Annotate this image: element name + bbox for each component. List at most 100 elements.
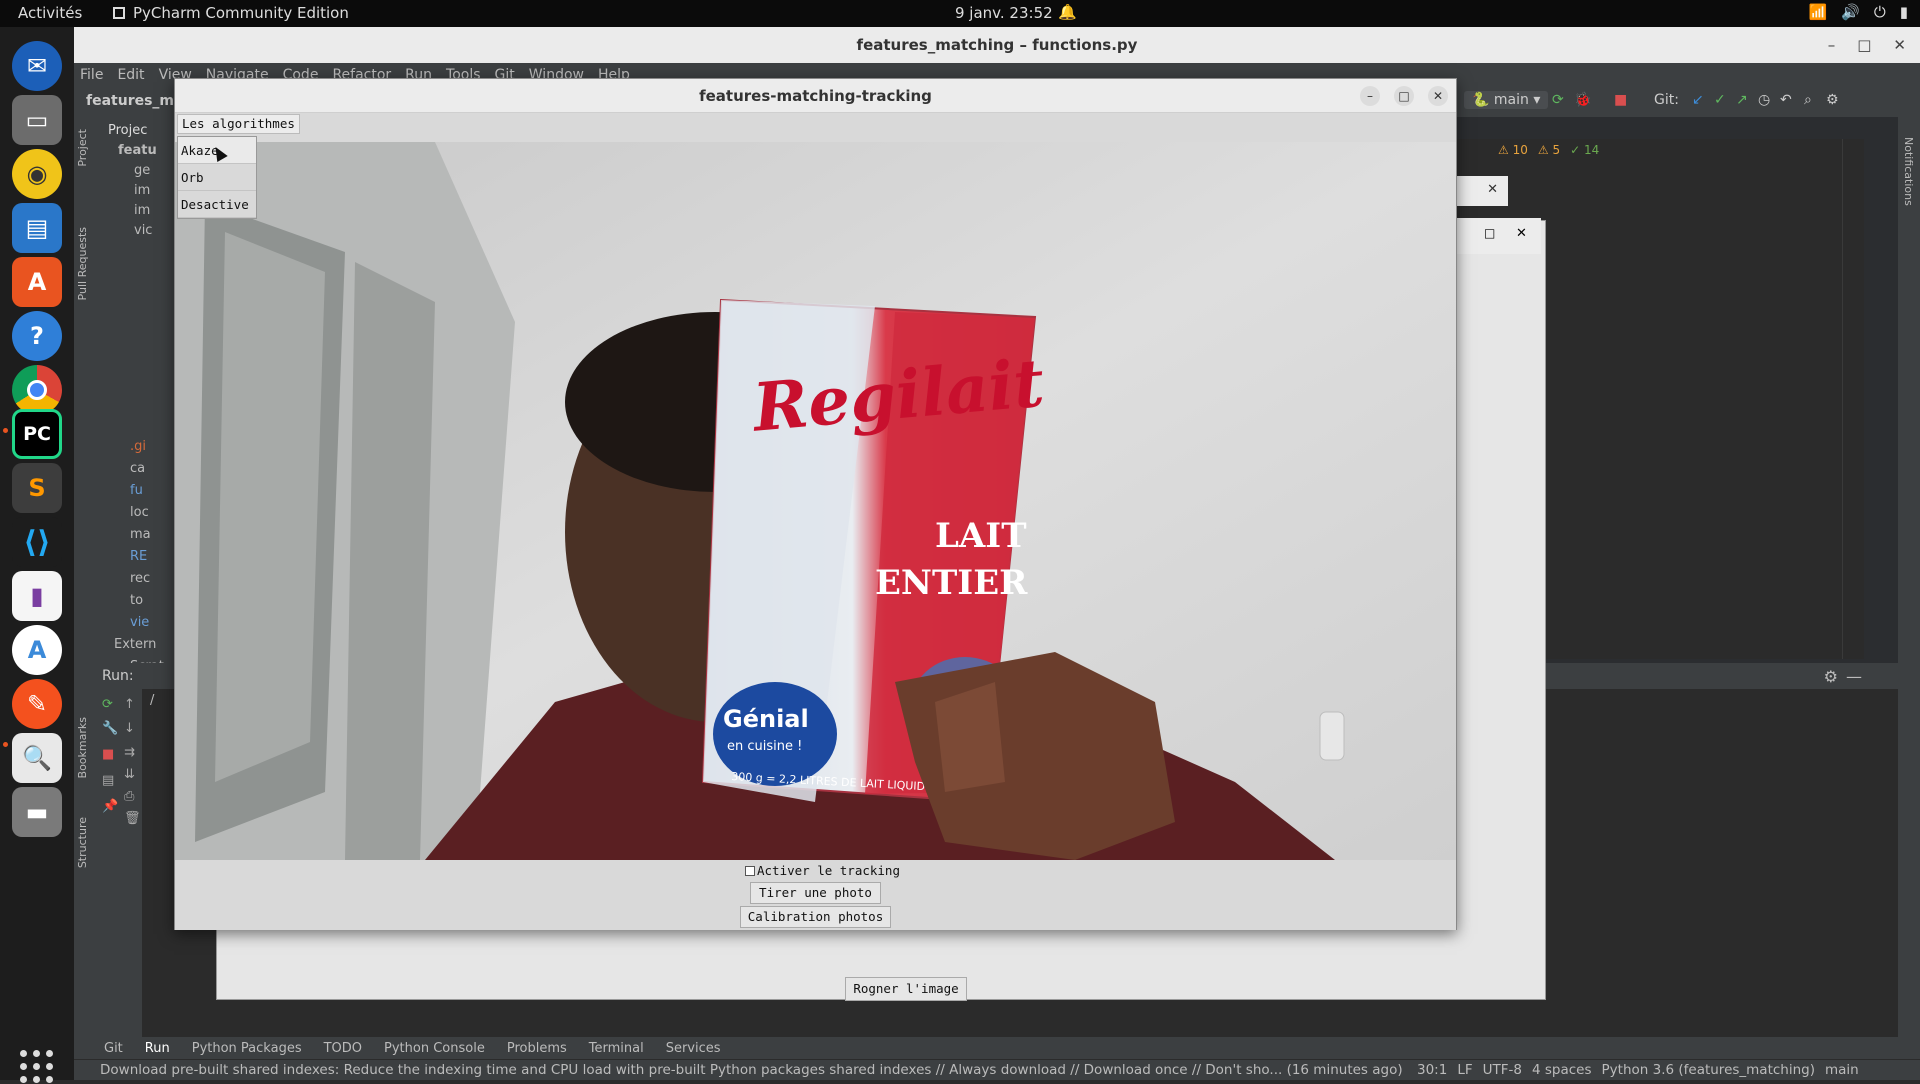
tree-item[interactable]: ca bbox=[130, 459, 145, 479]
maximize-icon[interactable]: □ bbox=[1484, 226, 1495, 240]
run-settings-icon[interactable]: ⚙ bbox=[1824, 667, 1838, 686]
run-hide-icon[interactable]: — bbox=[1846, 667, 1862, 686]
android-studio-icon[interactable]: A bbox=[12, 625, 62, 675]
take-photo-button[interactable]: Tirer une photo bbox=[750, 882, 881, 904]
notification-bell-icon[interactable]: 🔔 bbox=[1058, 3, 1077, 21]
maximize-icon[interactable]: □ bbox=[1857, 27, 1871, 63]
tree-item[interactable]: rec bbox=[130, 569, 150, 589]
tree-item[interactable]: to bbox=[130, 591, 143, 611]
menu-item-desactive[interactable]: Desactive bbox=[178, 191, 256, 218]
settings-gear-icon[interactable]: ⚙ bbox=[1826, 92, 1839, 108]
close-icon[interactable]: ✕ bbox=[1487, 182, 1498, 197]
indent-setting[interactable]: 4 spaces bbox=[1532, 1060, 1592, 1081]
tracking-checkbox[interactable]: Activer le tracking bbox=[745, 863, 900, 878]
tab-services[interactable]: Services bbox=[666, 1041, 721, 1056]
minimize-icon[interactable]: – bbox=[1360, 86, 1380, 106]
notifications-tool-tab[interactable]: Notifications bbox=[1902, 137, 1915, 206]
tree-item[interactable]: im bbox=[134, 181, 150, 201]
menu-file[interactable]: File bbox=[80, 67, 103, 83]
branch-selector[interactable]: 🐍 main ▾ bbox=[1464, 91, 1549, 109]
tab-todo[interactable]: TODO bbox=[324, 1041, 362, 1056]
file-encoding[interactable]: UTF-8 bbox=[1483, 1060, 1522, 1081]
tab-problems[interactable]: Problems bbox=[507, 1041, 567, 1056]
crop-image-button[interactable]: Rogner l'image bbox=[845, 977, 967, 1001]
status-message[interactable]: Download pre-built shared indexes: Reduc… bbox=[100, 1060, 1403, 1081]
tree-item[interactable]: im bbox=[134, 201, 150, 221]
tree-item[interactable]: vie bbox=[130, 613, 149, 633]
active-app-menu[interactable]: PyCharm Community Edition bbox=[113, 4, 349, 22]
minimize-icon[interactable]: – bbox=[1828, 27, 1836, 63]
tree-item[interactable]: ge bbox=[134, 161, 150, 181]
system-tray[interactable]: 📶 🔊 ⏻ ▮ bbox=[1808, 3, 1908, 21]
pycharm-icon[interactable]: PC bbox=[12, 409, 62, 459]
activities-button[interactable]: Activités bbox=[18, 4, 82, 22]
files-icon[interactable]: ▭ bbox=[12, 95, 62, 145]
algorithms-menu-button[interactable]: Les algorithmes bbox=[177, 114, 300, 134]
tree-item[interactable]: RE bbox=[130, 547, 147, 567]
scroll-down-icon[interactable]: ↓ bbox=[124, 721, 135, 736]
rerun-icon[interactable]: ⟳ bbox=[1552, 92, 1564, 108]
menu-edit[interactable]: Edit bbox=[117, 67, 144, 83]
pycharm-window-controls[interactable]: – □ ✕ bbox=[1828, 27, 1906, 63]
sublime-icon[interactable]: S bbox=[12, 463, 62, 513]
git-push-icon[interactable]: ↗ bbox=[1736, 92, 1748, 108]
notes-icon[interactable]: ▮ bbox=[12, 571, 62, 621]
tree-item[interactable]: loc bbox=[130, 503, 149, 523]
pin-icon[interactable]: 📌 bbox=[102, 799, 118, 814]
project-breadcrumb[interactable]: features_ma bbox=[86, 93, 183, 109]
trash-icon[interactable]: 🗑 bbox=[124, 811, 141, 826]
stop-run-icon[interactable]: ■ bbox=[102, 747, 114, 762]
run-output[interactable]: / bbox=[150, 693, 154, 708]
close-icon[interactable]: ✕ bbox=[1516, 226, 1527, 241]
writer-icon[interactable]: ▤ bbox=[12, 203, 62, 253]
tree-item[interactable]: featu bbox=[118, 141, 157, 161]
bookmarks-tool-tab[interactable]: Bookmarks bbox=[76, 717, 89, 778]
calibration-photos-button[interactable]: Calibration photos bbox=[740, 906, 891, 928]
soft-wrap-icon[interactable]: ⇉ bbox=[124, 745, 135, 760]
tab-git[interactable]: Git bbox=[104, 1041, 123, 1056]
rollback-icon[interactable]: ↶ bbox=[1780, 92, 1792, 108]
tab-run[interactable]: Run bbox=[145, 1041, 170, 1056]
rhythmbox-icon[interactable]: ◉ bbox=[12, 149, 62, 199]
drive-icon[interactable]: ▬ bbox=[12, 787, 62, 837]
project-panel-tab[interactable]: Projec bbox=[108, 123, 147, 138]
error-stripe[interactable] bbox=[1842, 139, 1864, 659]
chrome-icon[interactable] bbox=[12, 365, 62, 415]
tree-item[interactable]: ma bbox=[130, 525, 151, 545]
search-icon[interactable]: ⌕ bbox=[1804, 92, 1812, 108]
git-update-icon[interactable]: ↙ bbox=[1692, 92, 1704, 108]
print-icon[interactable]: ⎙ bbox=[124, 789, 134, 804]
thunderbird-icon[interactable]: ✉ bbox=[12, 41, 62, 91]
tab-python-console[interactable]: Python Console bbox=[384, 1041, 485, 1056]
screenshot-icon[interactable]: 🔍 bbox=[12, 733, 62, 783]
maximize-icon[interactable]: □ bbox=[1394, 86, 1414, 106]
layout-icon[interactable]: ▤ bbox=[102, 773, 114, 788]
rerun-icon[interactable]: ⟳ bbox=[102, 697, 113, 712]
pull-requests-tool-tab[interactable]: Pull Requests bbox=[76, 227, 89, 300]
project-tool-tab[interactable]: Project bbox=[76, 129, 89, 167]
clock[interactable]: 9 janv. 23:52 bbox=[955, 4, 1053, 22]
scroll-end-icon[interactable]: ⇊ bbox=[124, 767, 135, 782]
tree-item[interactable]: Extern bbox=[114, 635, 156, 655]
status-branch[interactable]: main bbox=[1825, 1060, 1859, 1081]
history-icon[interactable]: ◷ bbox=[1758, 92, 1770, 108]
show-apps-icon[interactable] bbox=[20, 1050, 54, 1084]
interpreter[interactable]: Python 3.6 (features_matching) bbox=[1602, 1060, 1815, 1081]
inspection-widget[interactable]: ⚠ 10 ⚠ 5 ✓ 14 bbox=[1498, 143, 1599, 157]
scroll-up-icon[interactable]: ↑ bbox=[124, 697, 135, 712]
vscode-icon[interactable]: ⟨⟩ bbox=[12, 517, 62, 567]
inkscape-pen-icon[interactable]: ✎ bbox=[12, 679, 62, 729]
line-separator[interactable]: LF bbox=[1457, 1060, 1472, 1081]
close-icon[interactable]: ✕ bbox=[1893, 27, 1906, 63]
tab-python-packages[interactable]: Python Packages bbox=[192, 1041, 302, 1056]
tree-item[interactable]: .gi bbox=[130, 437, 146, 457]
tab-terminal[interactable]: Terminal bbox=[589, 1041, 644, 1056]
structure-tool-tab[interactable]: Structure bbox=[76, 817, 89, 868]
menu-item-orb[interactable]: Orb bbox=[178, 164, 256, 191]
tree-item[interactable]: fu bbox=[130, 481, 143, 501]
git-commit-icon[interactable]: ✓ bbox=[1714, 92, 1726, 108]
debug-icon[interactable]: 🐞 bbox=[1574, 92, 1591, 108]
pycharm-titlebar[interactable]: features_matching – functions.py – □ ✕ bbox=[74, 27, 1920, 63]
close-icon[interactable]: ✕ bbox=[1428, 86, 1448, 106]
software-center-icon[interactable]: A bbox=[12, 257, 62, 307]
